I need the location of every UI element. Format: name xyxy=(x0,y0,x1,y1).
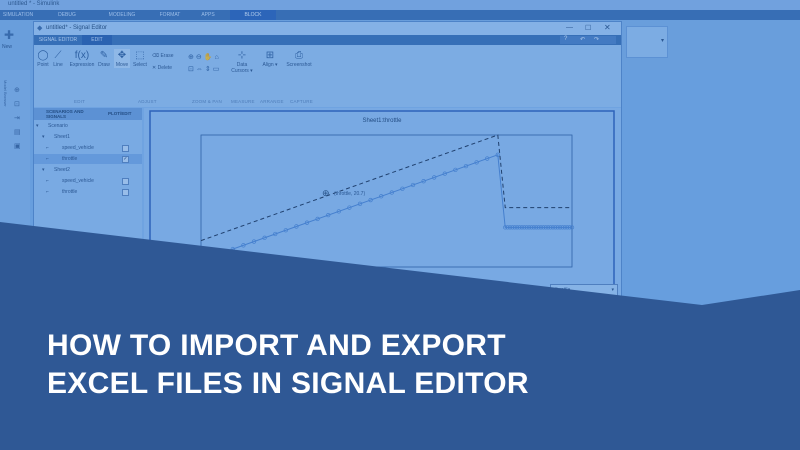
headline: HOW TO IMPORT AND EXPORT EXCEL FILES IN … xyxy=(47,327,647,403)
headline-line-1: HOW TO IMPORT AND EXPORT xyxy=(47,329,506,362)
headline-line-2: EXCEL FILES IN SIGNAL EDITOR xyxy=(47,367,529,400)
